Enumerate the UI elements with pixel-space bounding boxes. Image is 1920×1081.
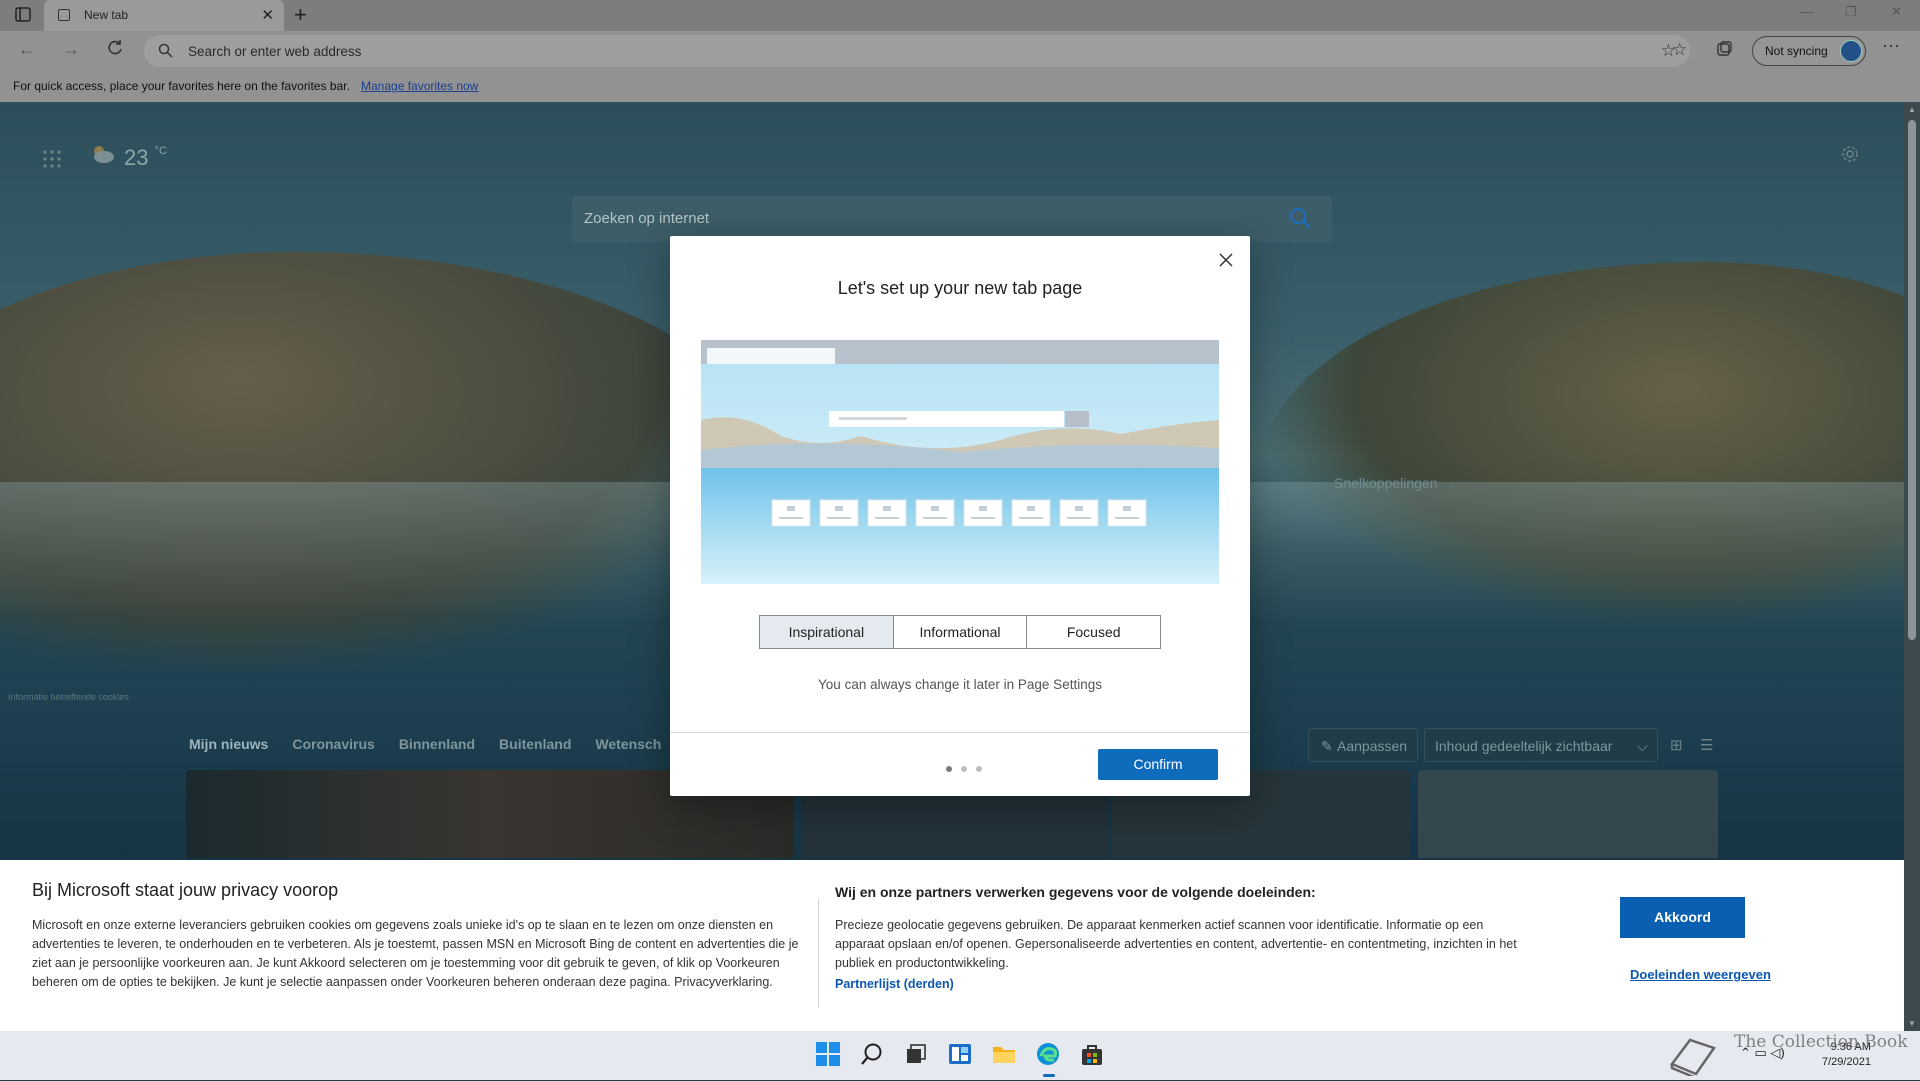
step-indicator [946, 766, 982, 772]
collections-icon[interactable] [1715, 40, 1733, 63]
privacy-banner: Bij Microsoft staat jouw privacy voorop … [0, 860, 1904, 1031]
tab-actions-icon[interactable] [12, 6, 36, 26]
layout-options: Inspirational Informational Focused [759, 615, 1161, 649]
weather-widget[interactable]: 23 °C [90, 143, 167, 170]
grid-view-icon[interactable]: ⊞ [1670, 736, 1683, 754]
restore-button[interactable]: ❐ [1845, 4, 1857, 20]
customize-button[interactable]: ✎ Aanpassen [1308, 728, 1418, 762]
news-tab[interactable]: Binnenland [399, 736, 475, 752]
avatar [1840, 40, 1862, 62]
chevron-down-icon: ⌵ [1449, 480, 1458, 491]
favorites-bar: For quick access, place your favorites h… [0, 71, 1920, 102]
tab-strip: New tab ✕ + — ❐ ✕ [0, 0, 1920, 31]
cookie-info-link[interactable]: Informatie betreffende cookies [8, 692, 129, 702]
privacy-text: Microsoft en onze externe leveranciers g… [32, 916, 802, 992]
search-icon [158, 43, 173, 63]
visibility-label: Inhoud gedeeltelijk zichtbaar [1435, 738, 1613, 754]
tab-close-icon[interactable]: ✕ [261, 6, 274, 24]
purposes-title: Wij en onze partners verwerken gegevens … [835, 884, 1316, 900]
page-settings-icon[interactable] [1840, 144, 1860, 169]
scrollbar-thumb[interactable] [1908, 120, 1916, 640]
news-tab[interactable]: Coronavirus [292, 736, 374, 752]
customize-label: Aanpassen [1337, 738, 1408, 754]
widgets-icon[interactable] [947, 1041, 975, 1069]
scroll-up-icon[interactable]: ▲ [1908, 105, 1916, 114]
manage-favorites-link[interactable]: Manage favorites now [361, 79, 478, 93]
new-tab-button[interactable]: + [294, 2, 307, 28]
step-dot [961, 766, 967, 772]
address-bar[interactable]: Search or enter web address ☆ [144, 35, 1690, 67]
news-card[interactable] [1418, 770, 1718, 858]
purposes-text: Precieze geolocatie gegevens gebruiken. … [835, 918, 1517, 970]
start-icon[interactable] [815, 1041, 843, 1069]
task-view-icon[interactable] [903, 1041, 931, 1069]
refresh-button[interactable] [106, 39, 124, 62]
page-icon [58, 9, 70, 21]
address-input[interactable]: Search or enter web address [188, 44, 361, 59]
clock-date: 7/29/2021 [1822, 1056, 1871, 1068]
close-icon[interactable] [1212, 246, 1240, 274]
shortcuts-toggle[interactable]: Snelkoppelingen ⌵ [1334, 475, 1457, 491]
settings-more-button[interactable]: ··· [1882, 35, 1900, 56]
search-icon[interactable] [859, 1041, 887, 1069]
favorites-icon[interactable]: ☆ [1672, 40, 1687, 60]
option-informational[interactable]: Informational [894, 616, 1028, 648]
edge-icon[interactable] [1035, 1041, 1063, 1077]
privacy-title: Bij Microsoft staat jouw privacy voorop [32, 880, 339, 900]
web-search-input[interactable]: Zoeken op internet [584, 210, 709, 227]
sync-label: Not syncing [1765, 44, 1828, 58]
step-dot [946, 766, 952, 772]
favorites-hint: For quick access, place your favorites h… [13, 79, 350, 93]
app-launcher-icon[interactable] [42, 149, 62, 174]
page-scrollbar[interactable]: ▲ ▼ [1904, 102, 1920, 1031]
option-focused[interactable]: Focused [1027, 616, 1160, 648]
divider [670, 732, 1250, 733]
settings-hint: You can always change it later in Page S… [818, 677, 1102, 692]
news-tabs: Mijn nieuws Coronavirus Binnenland Buitenla… [189, 736, 661, 752]
temperature: 23 °C [124, 145, 167, 170]
step-dot [976, 766, 982, 772]
cloud-icon [90, 146, 116, 169]
profile-sync-button[interactable]: Not syncing [1752, 36, 1866, 66]
forward-button[interactable]: → [62, 39, 80, 60]
news-tab[interactable]: Buitenland [499, 736, 571, 752]
search-icon[interactable] [1288, 206, 1312, 235]
dialog-title: Let's set up your new tab page [837, 278, 1083, 298]
news-tab[interactable]: Wetensch [595, 736, 661, 752]
news-tab[interactable]: Mijn nieuws [189, 736, 268, 752]
watermark-text: The Collection Book [1734, 1032, 1908, 1052]
setup-dialog: Let's set up your new tab page Inspirati… [670, 236, 1250, 796]
chevron-down-icon: ⌵ [1637, 738, 1648, 754]
confirm-button[interactable]: Confirm [1098, 749, 1218, 780]
privacy-statement-link[interactable]: Privacyverklaring. [674, 975, 773, 989]
pencil-icon: ✎ [1321, 738, 1333, 754]
browser-toolbar: ← → Search or enter web address ☆ ☆ Not … [0, 31, 1920, 71]
minimize-button[interactable]: — [1800, 4, 1813, 19]
back-button[interactable]: ← [18, 39, 36, 60]
store-icon[interactable] [1079, 1041, 1107, 1069]
layout-preview-image [701, 340, 1219, 584]
taskbar: ⌃ ▭ ◁) 9:36 AM 7/29/2021 [0, 1031, 1920, 1080]
partner-list-link[interactable]: Partnerlijst (derden) [835, 977, 954, 991]
book-logo-icon [1668, 1034, 1718, 1080]
option-inspirational[interactable]: Inspirational [760, 616, 894, 648]
tab-new-tab[interactable]: New tab ✕ [44, 0, 284, 31]
divider [818, 898, 819, 1008]
scroll-down-icon[interactable]: ▼ [1908, 1019, 1916, 1028]
content-visibility-dropdown[interactable]: Inhoud gedeeltelijk zichtbaar ⌵ [1424, 728, 1658, 762]
show-purposes-link[interactable]: Doeleinden weergeven [1630, 967, 1771, 982]
close-window-button[interactable]: ✕ [1891, 4, 1902, 20]
tab-title: New tab [84, 8, 129, 22]
list-view-icon[interactable]: ☰ [1700, 736, 1713, 754]
accept-button[interactable]: Akkoord [1620, 897, 1745, 938]
file-explorer-icon[interactable] [991, 1041, 1019, 1069]
